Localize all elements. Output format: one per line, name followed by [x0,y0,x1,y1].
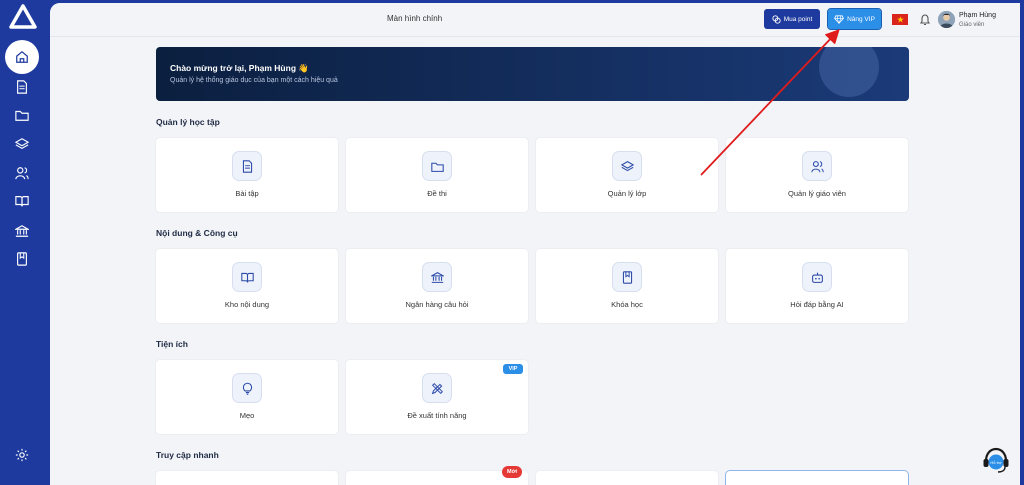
user-role: Giáo viên [959,22,985,28]
gear-icon [15,448,29,462]
sidebar-item-content[interactable] [11,190,33,212]
sidebar-item-courses[interactable] [11,248,33,270]
book-icon [622,270,632,284]
card-tips[interactable]: Mẹo [156,360,338,434]
card-label: Bài tập [235,189,259,198]
avatar[interactable] [938,11,955,28]
users-icon [810,160,824,172]
sidebar-item-teachers[interactable] [11,162,33,184]
card-icon-box [422,373,452,403]
pencil-ruler-icon [431,382,443,394]
card-label: Ngân hàng câu hỏi [405,300,469,309]
vip-badge: VIP [503,364,523,374]
sidebar-item-settings[interactable] [11,444,33,466]
card-label: Kho nội dung [224,300,270,309]
folder-icon [15,110,29,121]
vietnam-flag-icon[interactable] [892,14,908,25]
card-label: Đề xuất tính năng [407,411,467,420]
section-title-utilities: Tiện ích [156,339,188,349]
sidebar-item-assignments[interactable] [11,76,33,98]
support-headset-icon[interactable]: Hỗ trợ [981,445,1011,475]
card-exams[interactable]: Đề thi [346,138,528,212]
quick-access-card[interactable]: Mới [346,466,528,485]
card-icon-box [232,262,262,292]
bank-icon [430,271,444,283]
book-open-icon [15,196,29,207]
card-label: Quản lý giáo viên [788,189,846,198]
card-label: Quản lý lớp [607,189,647,198]
folder-icon [430,162,444,172]
new-badge: Mới [502,466,522,478]
card-label: Mẹo [239,411,255,420]
card-courses[interactable]: Khóa học [536,249,718,323]
bank-icon [15,225,29,237]
card-label: Khóa học [611,300,643,309]
sidebar-item-home[interactable] [5,40,39,74]
card-icon-box [232,373,262,403]
section-title-learning: Quản lý học tập [156,117,220,127]
banner-decoration [819,47,879,97]
quick-access-card[interactable] [156,471,338,485]
layers-icon [620,160,634,171]
buy-point-button[interactable]: Mua point [764,9,820,29]
card-label: Đề thi [427,189,447,198]
book-open-icon [240,272,254,282]
support-label: Hỗ trợ [990,460,1002,465]
card-label: Hỏi đáp bằng AI [790,300,844,309]
sidebar-item-exams[interactable] [11,104,33,126]
card-icon-box [802,151,832,181]
card-question-bank[interactable]: Ngân hàng câu hỏi [346,249,528,323]
bell-icon[interactable] [919,13,931,26]
quick-access-card[interactable] [726,471,908,485]
card-icon-box [802,262,832,292]
card-icon-box [422,151,452,181]
section-title-content: Nội dung & Công cụ [156,228,238,238]
users-icon [15,167,29,180]
main-content: Màn hình chính Mua point Nâng VIP Phạm H… [50,3,1020,485]
card-class-management[interactable]: Quản lý lớp [536,138,718,212]
card-icon-box [232,151,262,181]
card-icon-box [422,262,452,292]
section-title-quick-access: Truy cập nhanh [156,450,219,460]
welcome-banner: Chào mừng trở lại, Phạm Hùng 👋 Quản lý h… [156,47,909,101]
coins-icon [772,14,781,24]
banner-subtitle: Quản lý hệ thống giáo dục của bạn một cá… [170,77,338,84]
sidebar-item-classes[interactable] [11,133,33,155]
diamond-icon [834,14,844,24]
card-icon-box [612,151,642,181]
document-icon [242,159,252,173]
bot-icon [811,272,823,283]
card-teacher-management[interactable]: Quản lý giáo viên [726,138,908,212]
upgrade-vip-label: Nâng VIP [847,15,875,23]
user-name[interactable]: Phạm Hùng [959,12,996,19]
sidebar-item-question-bank[interactable] [11,220,33,242]
card-content-library[interactable]: Kho nội dung [156,249,338,323]
book-icon [17,252,27,266]
top-bar: Màn hình chính Mua point Nâng VIP Phạm H… [50,3,1020,37]
sidebar [0,0,50,485]
card-assignments[interactable]: Bài tập [156,138,338,212]
card-icon-box [612,262,642,292]
layers-icon [15,138,29,150]
card-ai-qa[interactable]: Hỏi đáp bằng AI [726,249,908,323]
document-icon [17,80,27,94]
lightbulb-icon [242,382,252,395]
buy-point-label: Mua point [783,15,813,23]
upgrade-vip-button[interactable]: Nâng VIP [827,8,882,30]
app-logo-icon[interactable] [9,4,37,30]
banner-title: Chào mừng trở lại, Phạm Hùng 👋 [170,63,309,73]
page-title: Màn hình chính [387,14,443,23]
card-feature-request[interactable]: VIP Đề xuất tính năng [346,360,528,434]
quick-access-card[interactable] [536,471,718,485]
home-icon [16,50,28,63]
